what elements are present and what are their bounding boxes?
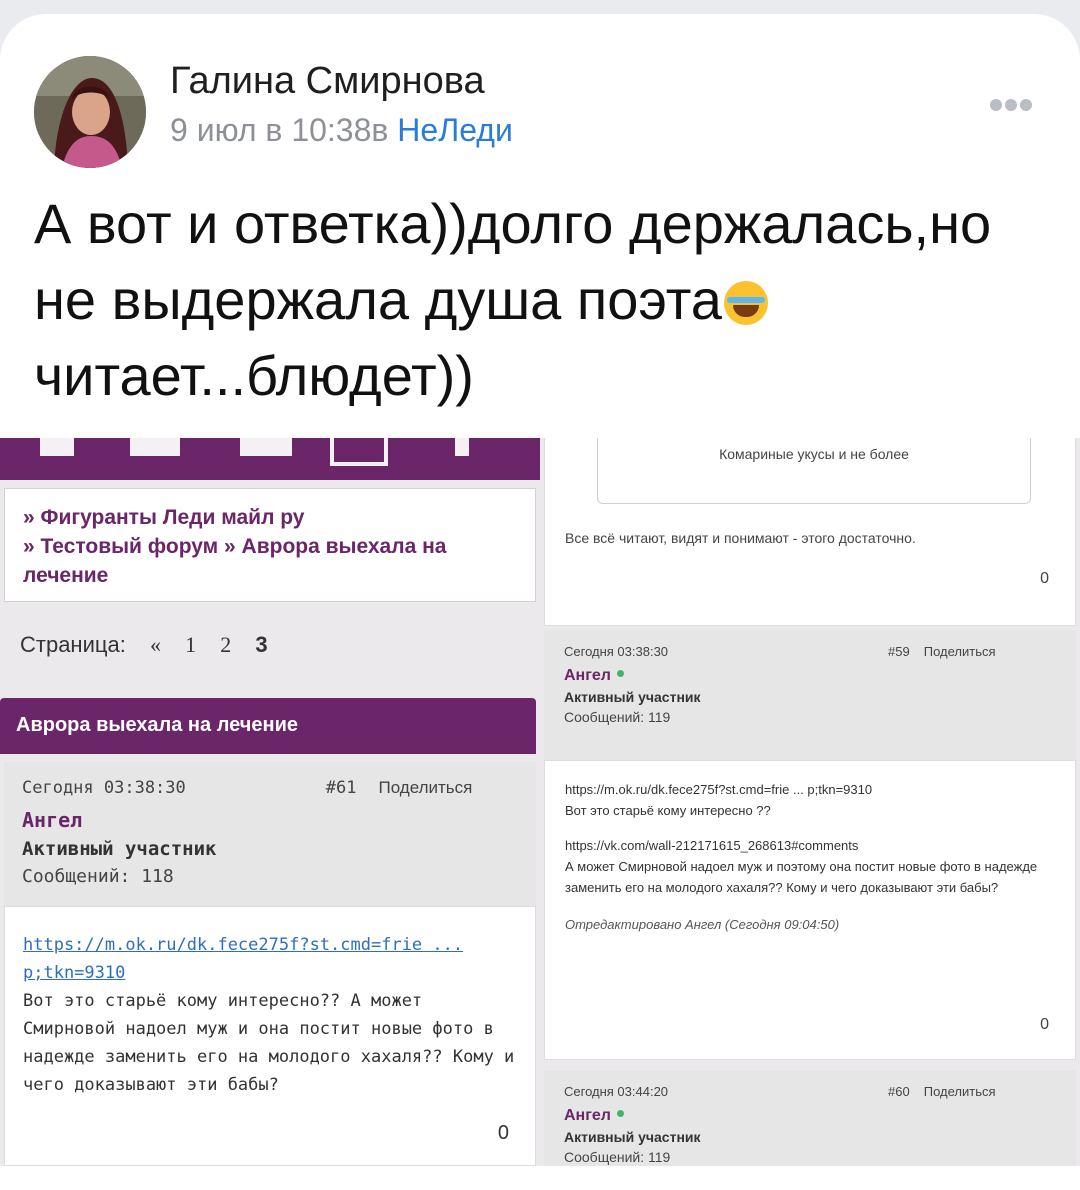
post-meta: 9 июл в 10:38в НеЛеди [170,112,513,149]
post-59-author: Ангел [564,667,611,684]
post-59-share: Поделиться [923,644,996,659]
post-59-link1: https://m.ok.ru/dk.fece275f?st.cmd=frie … [565,782,873,797]
topic-title: Аврора выехала на лечение [0,698,536,754]
post-59-link2: https://vk.com/wall-212171615_268613#com… [565,838,859,853]
post-61-messages: Сообщений: 118 [22,866,174,887]
post-60-author: Ангел [564,1107,611,1124]
joy-emoji-icon [723,281,768,325]
post-59-messages: Сообщений: 119 [564,709,671,725]
pager-page-3: 3 [255,632,268,657]
post-61-share: Поделиться [378,778,473,797]
breadcrumb-line1: » Фигуранты Леди майл ру [23,506,305,529]
post-61-number: #61 [325,778,357,798]
author-avatar[interactable] [34,56,146,168]
avatar-photo [34,56,146,168]
post-59-date: Сегодня 03:38:30 [564,644,669,659]
post-60-messages: Сообщений: 119 [564,1149,671,1165]
breadcrumb-line2: » Тестовый форум » Аврора выехала на леч… [23,535,447,587]
post-61-date: Сегодня 03:38:30 [22,778,186,798]
quote-box: Комариные укусы и не более [597,438,1031,504]
author-name[interactable]: Галина Смирнова [170,60,485,103]
post-61-likes: 0 [497,1122,509,1144]
post-date[interactable]: 9 июл в 10:38в [170,112,388,148]
pagination: Страница: « 1 2 3 [20,632,268,658]
post-61-link1: https://m.ok.ru/dk.fece275f?st.cmd=frie … [23,935,464,955]
forum-toolbar [0,438,540,480]
post-text-part1: А вот и ответка))долго держалась,но не в… [34,192,992,331]
quote-text: Комариные укусы и не более [719,446,909,462]
post-59-header: Сегодня 03:38:30 #59 Поделиться Ангел Ак… [544,630,1076,760]
reply-text: Все всё читают, видят и понимают - этого… [565,530,916,546]
more-options-icon[interactable] [990,98,1038,114]
attached-forum-screenshot[interactable]: » Фигуранты Леди майл ру » Тестовый фору… [0,438,1080,1166]
group-link[interactable]: НеЛеди [397,112,513,148]
post-59-line1: Вот это старьё кому интересно ?? [565,803,771,818]
breadcrumb: » Фигуранты Леди майл ру » Тестовый фору… [4,488,536,602]
pager-prev: « [149,632,161,657]
post-58-body: Комариные укусы и не более Все всё читаю… [544,438,1076,626]
online-status-icon [616,670,624,677]
pager-page-1: 1 [185,632,197,657]
post-59-body: https://m.ok.ru/dk.fece275f?st.cmd=frie … [544,760,1076,1060]
post-59-edited: Отредактировано Ангел (Сегодня 09:04:50) [565,917,840,932]
post-60-role: Активный участник [564,1129,701,1145]
post-59-role: Активный участник [564,689,701,705]
online-status-icon [616,1110,624,1117]
likes-top: 0 [1040,570,1049,587]
post-61-header: Сегодня 03:38:30 #61 Поделиться Ангел Ак… [4,762,536,906]
post-61-body: https://m.ok.ru/dk.fece275f?st.cmd=frie … [4,906,536,1166]
post-59-number: #59 [888,644,910,659]
post-60-header: Сегодня 03:44:20 #60 Поделиться Ангел Ак… [544,1070,1076,1166]
post-card: Галина Смирнова 9 июл в 10:38в НеЛеди А … [0,14,1080,1190]
post-text-part2: читает...блюдет)) [34,344,474,407]
post-61-role: Активный участник [22,838,217,860]
pager-label: Страница: [20,632,126,657]
post-60-share: Поделиться [923,1084,996,1099]
screenshot-left-pane: » Фигуранты Леди майл ру » Тестовый фору… [0,438,540,1166]
post-59-likes: 0 [1040,1016,1049,1033]
pager-page-2: 2 [220,632,232,657]
post-61-link2: p;tkn=9310 [23,963,126,983]
post-61-author: Ангел [22,808,83,832]
post-60-number: #60 [888,1084,910,1099]
post-text: А вот и ответка))долго держалась,но не в… [34,186,1054,414]
post-60-date: Сегодня 03:44:20 [564,1084,669,1099]
post-61-text: Вот это старьё кому интересно?? А может … [23,991,515,1095]
screenshot-right-pane: Комариные укусы и не более Все всё читаю… [540,438,1080,1166]
post-59-line2: А может Смирновой надоел муж и поэтому о… [565,859,1038,895]
